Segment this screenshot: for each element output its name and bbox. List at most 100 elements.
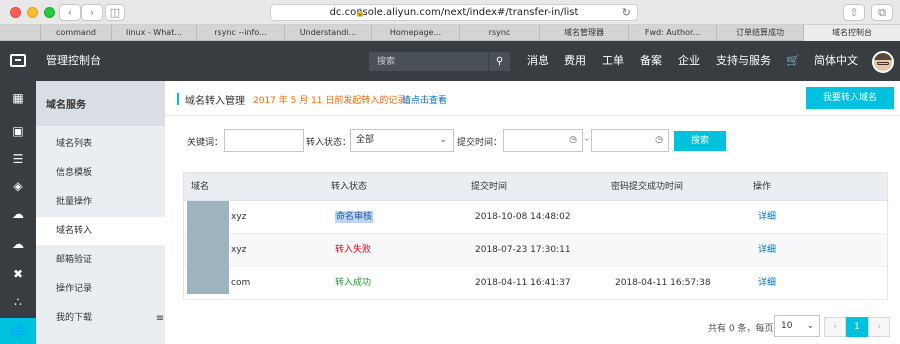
browser-tab[interactable]: rsync --info... <box>196 25 284 41</box>
nodes-icon[interactable]: ∴ <box>0 289 36 315</box>
domain-cell: xyz <box>231 245 247 255</box>
reload-icon[interactable]: ↻ <box>622 5 631 20</box>
domain-cell: xyz <box>231 212 247 222</box>
address-bar[interactable]: 🔒 dc.console.aliyun.com/next/index#/tran… <box>270 4 638 21</box>
sidebar-item-email-verify[interactable]: 邮箱验证 <box>36 246 165 274</box>
back-icon[interactable]: ‹ <box>59 4 81 21</box>
column-domain: 域名 <box>191 182 210 192</box>
end-date-input[interactable]: ◷ <box>591 129 669 152</box>
tab-strip: command linux - What... rsync --info... … <box>0 25 900 41</box>
calendar-icon: ◷ <box>655 135 663 145</box>
browser-tab[interactable]: linux - What... <box>111 25 196 41</box>
zoom-window-button[interactable] <box>44 7 55 18</box>
keyword-input[interactable] <box>224 129 304 152</box>
tab-label: Understandi... <box>299 28 357 37</box>
sidebar-item-batch[interactable]: 批量操作 <box>36 188 165 216</box>
network-icon[interactable]: ✖ <box>0 261 36 287</box>
browser-tab[interactable]: Fwd: Author... <box>628 25 716 41</box>
chevron-down-icon: ⌄ <box>439 135 447 145</box>
search-button[interactable]: 搜索 <box>674 131 726 151</box>
language-switch[interactable]: 简体中文 <box>814 41 858 81</box>
search-input[interactable] <box>369 52 487 71</box>
chevron-down-icon: ⌄ <box>806 321 814 331</box>
sidebar-item-logs[interactable]: 操作记录 <box>36 275 165 303</box>
page-size-select[interactable]: 10 ⌄ <box>774 315 820 337</box>
domain-cell: com <box>231 278 251 288</box>
page-size-value: 10 <box>781 321 793 331</box>
table-header: 域名 转入状态 提交时间 密码提交成功时间 操作 <box>183 172 888 201</box>
logo-icon[interactable] <box>0 41 36 81</box>
cloud-icon[interactable]: ☁ <box>0 201 36 227</box>
legacy-link[interactable]: 请点击查看 <box>402 93 447 106</box>
browser-toolbar: ‹ › ◫ 🔒 dc.console.aliyun.com/next/index… <box>0 0 900 25</box>
cart-icon[interactable]: 🛒 <box>786 41 800 81</box>
keyword-label: 关键词： <box>187 138 224 148</box>
nav-tickets[interactable]: 工单 <box>602 41 624 81</box>
date-separator: - <box>585 135 589 145</box>
console-title[interactable]: 管理控制台 <box>46 41 101 81</box>
table-row: xyz 命名审核 2018-10-08 14:48:02 详细 <box>183 201 888 234</box>
page-title: 域名转入管理 <box>185 96 245 107</box>
database-icon[interactable]: ◈ <box>0 173 36 199</box>
transfer-in-button[interactable]: 我要转入域名 <box>806 87 894 109</box>
status-select-value: 全部 <box>356 135 375 145</box>
next-page-button[interactable]: › <box>868 317 890 337</box>
lock-icon: 🔒 <box>355 8 365 17</box>
status-select[interactable]: 全部 ⌄ <box>350 129 454 152</box>
search-icon[interactable]: ⚲ <box>488 52 510 71</box>
browser-tab[interactable]: Homepage... <box>371 25 459 41</box>
nav-enterprise[interactable]: 企业 <box>678 41 700 81</box>
forward-icon[interactable]: › <box>81 4 103 21</box>
detail-link[interactable]: 详细 <box>758 267 776 300</box>
collapse-menu-icon[interactable]: ≡ <box>155 309 165 329</box>
server-icon[interactable]: ☰ <box>0 146 36 172</box>
nav-billing[interactable]: 费用 <box>564 41 586 81</box>
browser-tab[interactable]: rsync <box>459 25 539 41</box>
sidebar-item-downloads[interactable]: 我的下载 <box>36 304 165 332</box>
tab-label: command <box>56 28 96 37</box>
legacy-note: 2017 年 5 月 11 日前发起转入的记录, <box>253 96 410 106</box>
table-row: com 转入成功 2018-04-11 16:41:37 2018-04-11 … <box>183 267 888 300</box>
page-header: 域名转入管理 2017 年 5 月 11 日前发起转入的记录, 请点击查看 <box>165 81 900 116</box>
close-window-button[interactable] <box>10 7 21 18</box>
tab-label: rsync <box>488 28 511 37</box>
minimize-window-button[interactable] <box>27 7 38 18</box>
sidebar-item-domain-list[interactable]: 域名列表 <box>36 130 165 158</box>
browser-tab[interactable]: command <box>40 25 111 41</box>
avatar[interactable] <box>872 51 894 73</box>
global-search: ⚲ <box>369 52 510 71</box>
sidebar-icon[interactable]: ◫ <box>105 4 125 21</box>
column-submitted: 提交时间 <box>471 182 508 192</box>
url-text: dc.console.aliyun.com/next/index#/transf… <box>329 7 579 18</box>
browser-tab[interactable]: Understandi... <box>284 25 371 41</box>
browser-tab-active[interactable]: 域名控制台 <box>803 25 900 41</box>
cloud-upload-icon[interactable]: ☁ <box>0 231 36 257</box>
tab-label: 域名控制台 <box>832 28 872 37</box>
nav-messages[interactable]: 消息 <box>527 41 549 81</box>
status-label: 转入状态： <box>306 138 352 148</box>
sidebar-item-transfer-in[interactable]: 域名转入 <box>36 217 165 245</box>
browser-tab[interactable]: 订单结算成功 <box>716 25 803 41</box>
cube-icon[interactable]: ▣ <box>0 118 36 144</box>
sidebar-item-templates[interactable]: 信息模板 <box>36 159 165 187</box>
nav-icp[interactable]: 备案 <box>640 41 662 81</box>
prev-page-button[interactable]: ‹ <box>824 317 846 337</box>
detail-link[interactable]: 详细 <box>758 201 776 234</box>
detail-link[interactable]: 详细 <box>758 234 776 267</box>
submitted-cell: 2018-07-23 17:30:11 <box>475 245 571 255</box>
tab-label: rsync --info... <box>214 28 267 37</box>
page-button-current[interactable]: 1 <box>846 317 868 337</box>
share-icon[interactable]: ⇧ <box>843 4 865 21</box>
status-cell: 命名审核 <box>335 201 374 234</box>
side-menu: 域名服务 域名列表 信息模板 批量操作 域名转入 邮箱验证 操作记录 我的下载 <box>36 81 165 344</box>
table-row: xyz 转入失败 2018-07-23 17:30:11 详细 <box>183 234 888 267</box>
tab-label: 域名管理器 <box>564 28 604 37</box>
grid-icon[interactable]: ▦ <box>0 85 36 111</box>
submitted-cell: 2018-10-08 14:48:02 <box>475 212 571 222</box>
nav-support[interactable]: 支持与服务 <box>716 41 771 81</box>
browser-tab[interactable]: 域名管理器 <box>539 25 628 41</box>
start-date-input[interactable]: ◷ <box>503 129 583 152</box>
globe-icon[interactable]: 🌐 <box>0 318 36 344</box>
submit-time-label: 提交时间： <box>457 138 503 148</box>
tabs-icon[interactable]: ⧉ <box>871 4 893 21</box>
